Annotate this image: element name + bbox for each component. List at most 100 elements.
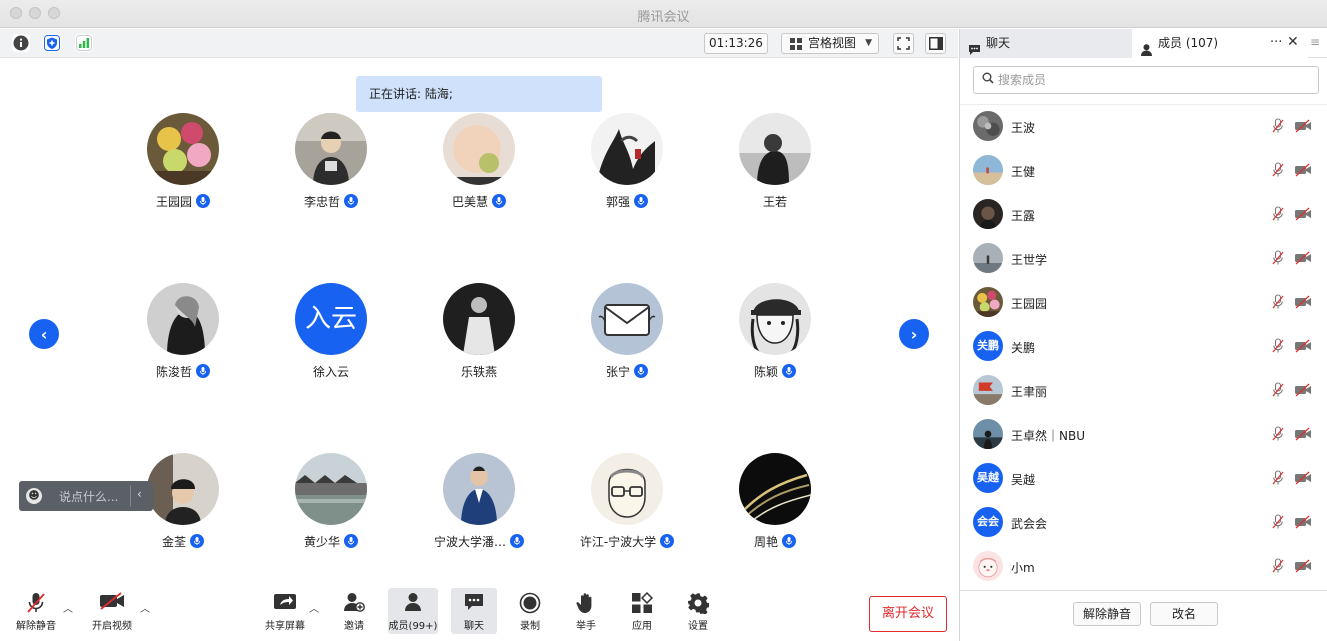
participant-tile[interactable]: 李忠哲: [257, 113, 405, 223]
member-mic-muted-icon[interactable]: [1272, 162, 1284, 178]
emoji-icon[interactable]: ☻: [26, 488, 42, 504]
member-camera-off-icon[interactable]: [1294, 383, 1312, 397]
quick-chat-input[interactable]: ☻ 说点什么... ‹: [19, 481, 153, 511]
view-mode-dropdown[interactable]: 宫格视图 ▼: [781, 33, 879, 54]
toggle-sidebar-button[interactable]: [925, 33, 946, 54]
unmute-button[interactable]: 解除静音: [8, 588, 64, 634]
member-camera-off-icon[interactable]: [1294, 207, 1312, 221]
apps-button[interactable]: 应用: [614, 588, 670, 634]
tab-chat[interactable]: 聊天: [960, 29, 1132, 58]
member-row[interactable]: 小m: [960, 545, 1327, 589]
member-row[interactable]: 王卓然｜NBU: [960, 413, 1327, 457]
member-row[interactable]: 王露: [960, 193, 1327, 237]
participant-tile[interactable]: 宁波大学潘…: [405, 453, 553, 563]
member-mic-muted-icon[interactable]: [1272, 382, 1284, 398]
record-button[interactable]: 录制: [502, 588, 558, 634]
member-mic-muted-icon[interactable]: [1272, 558, 1284, 574]
raise-hand-label: 举手: [576, 621, 596, 632]
info-icon[interactable]: [12, 34, 30, 52]
member-mic-muted-icon[interactable]: [1272, 338, 1284, 354]
shield-icon[interactable]: [43, 34, 61, 52]
fullscreen-button[interactable]: [893, 33, 914, 54]
member-row[interactable]: 会会 武会会: [960, 501, 1327, 545]
member-camera-off-icon[interactable]: [1294, 427, 1312, 441]
participant-name-row: 陈颖: [701, 363, 849, 380]
member-mic-muted-icon[interactable]: [1272, 514, 1284, 530]
member-camera-off-icon[interactable]: [1294, 471, 1312, 485]
previous-page-button[interactable]: ‹: [29, 319, 59, 349]
share-options-chevron-icon[interactable]: ︿: [309, 600, 319, 615]
member-row[interactable]: 王波: [960, 105, 1327, 149]
member-mic-muted-icon[interactable]: [1272, 118, 1284, 134]
member-camera-off-icon[interactable]: [1294, 295, 1312, 309]
member-mic-muted-icon[interactable]: [1272, 250, 1284, 266]
member-row[interactable]: 王健: [960, 149, 1327, 193]
participant-tile[interactable]: 入云 徐入云: [257, 283, 405, 393]
unmute-all-button[interactable]: 解除静音: [1073, 602, 1141, 626]
participant-tile[interactable]: 王园园: [109, 113, 257, 223]
member-camera-off-icon[interactable]: [1294, 515, 1312, 529]
member-avatar: [973, 199, 1003, 229]
participant-tile[interactable]: 王若: [701, 113, 849, 223]
more-options-icon[interactable]: ···: [1270, 35, 1282, 50]
member-mic-muted-icon[interactable]: [1272, 294, 1284, 310]
participant-tile[interactable]: 张宁: [553, 283, 701, 393]
video-options-chevron-icon[interactable]: ︿: [140, 600, 150, 615]
meeting-timer: 01:13:26: [704, 33, 768, 54]
member-row[interactable]: 关鹏 关鹏: [960, 325, 1327, 369]
participant-name-row: 巴美慧: [405, 193, 553, 210]
member-mic-muted-icon[interactable]: [1272, 470, 1284, 486]
signal-strength-icon[interactable]: [75, 34, 93, 52]
rename-button[interactable]: 改名: [1150, 602, 1218, 626]
chat-button[interactable]: 聊天: [451, 588, 497, 634]
member-row[interactable]: 王园园: [960, 281, 1327, 325]
participant-name: 徐入云: [312, 365, 349, 379]
participant-tile[interactable]: 乐轶燕: [405, 283, 553, 393]
start-video-button[interactable]: 开启视频: [84, 588, 140, 634]
participant-avatar: [443, 283, 515, 355]
raise-hand-button[interactable]: 举手: [558, 588, 614, 634]
member-name: 吴越: [1011, 473, 1036, 487]
settings-button[interactable]: 设置: [670, 588, 726, 634]
member-search[interactable]: [973, 66, 1319, 94]
member-mic-muted-icon[interactable]: [1272, 206, 1284, 222]
participant-tile[interactable]: 巴美慧: [405, 113, 553, 223]
participant-tile[interactable]: 周艳: [701, 453, 849, 563]
audio-options-chevron-icon[interactable]: ︿: [63, 600, 73, 615]
participant-avatar: [739, 453, 811, 525]
participant-tile[interactable]: 陈浚哲: [109, 283, 257, 393]
participant-tile[interactable]: 陈颖: [701, 283, 849, 393]
participant-avatar: [739, 113, 811, 185]
leave-meeting-button[interactable]: 离开会议: [869, 596, 947, 632]
search-icon: [982, 72, 994, 87]
menu-icon[interactable]: ≡: [1310, 35, 1320, 49]
members-button[interactable]: 成员(99+): [388, 588, 438, 634]
mic-icon: [660, 534, 675, 548]
member-list: 王波 王健 王露 王世学 王园园 关鹏 关鹏 王聿丽 王卓然｜NBU 吴越 吴越 会会 武会会 小m: [960, 104, 1327, 590]
close-icon[interactable]: ✕: [1287, 34, 1299, 50]
member-row[interactable]: 吴越 吴越: [960, 457, 1327, 501]
chevron-down-icon: ▼: [865, 38, 872, 48]
member-row[interactable]: 王聿丽: [960, 369, 1327, 413]
member-camera-off-icon[interactable]: [1294, 163, 1312, 177]
collapse-chat-icon[interactable]: ‹: [137, 487, 142, 501]
participant-name-row: 宁波大学潘…: [405, 533, 553, 550]
member-camera-off-icon[interactable]: [1294, 251, 1312, 265]
add-user-icon: [326, 592, 382, 616]
member-mic-muted-icon[interactable]: [1272, 426, 1284, 442]
member-camera-off-icon[interactable]: [1294, 339, 1312, 353]
member-row[interactable]: 王世学: [960, 237, 1327, 281]
participant-tile[interactable]: 许江-宁波大学: [553, 453, 701, 563]
participant-name-row: 徐入云: [257, 363, 405, 380]
participant-tile[interactable]: 郭强: [553, 113, 701, 223]
invite-button[interactable]: 邀请: [326, 588, 382, 634]
members-icon: [388, 592, 438, 616]
member-camera-off-icon[interactable]: [1294, 559, 1312, 573]
next-page-button[interactable]: ›: [899, 319, 929, 349]
participant-tile[interactable]: 黄少华: [257, 453, 405, 563]
share-screen-button[interactable]: 共享屏幕: [257, 588, 313, 634]
member-avatar: [973, 111, 1003, 141]
member-camera-off-icon[interactable]: [1294, 119, 1312, 133]
search-input[interactable]: [998, 70, 1298, 90]
participant-avatar: [443, 113, 515, 185]
